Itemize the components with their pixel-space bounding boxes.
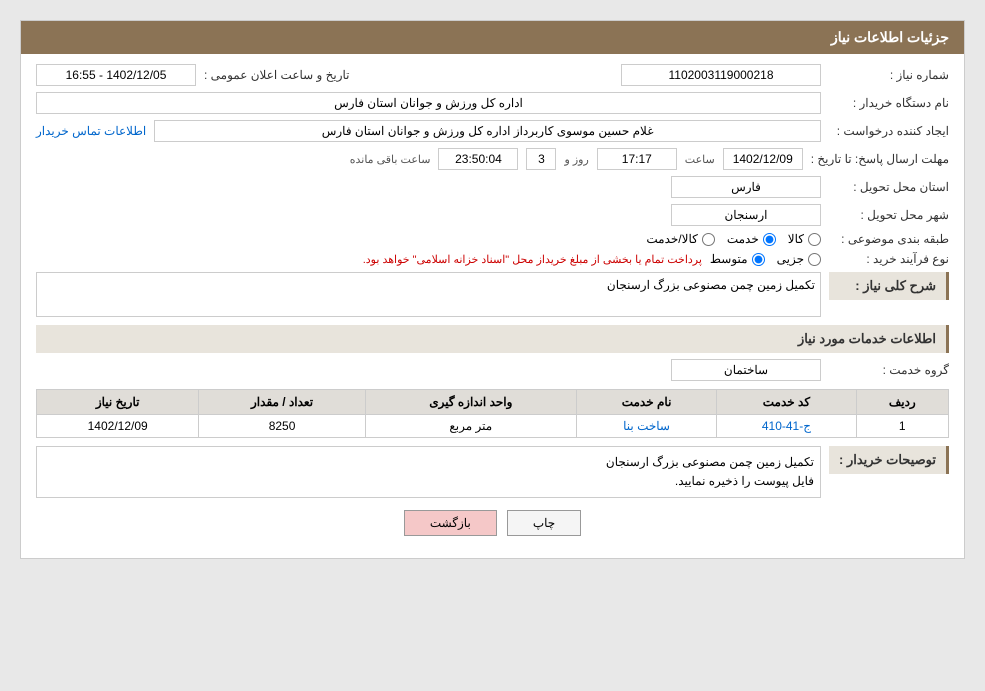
shahr-value: ارسنجان bbox=[671, 204, 821, 226]
shomara-value: 1102003119000218 bbox=[621, 64, 821, 86]
nam-dastgah-label: نام دستگاه خریدار : bbox=[829, 96, 949, 110]
radio-khedmat[interactable]: خدمت bbox=[727, 232, 776, 246]
mohlat-label: مهلت ارسال پاسخ: تا تاریخ : bbox=[811, 152, 949, 166]
row-sharh: شرح کلی نیاز : تکمیل زمین چمن مصنوعی بزر… bbox=[36, 272, 949, 317]
radio-khedmat-input[interactable] bbox=[763, 233, 776, 246]
radio-jozi-input[interactable] bbox=[808, 253, 821, 266]
print-button[interactable]: چاپ bbox=[507, 510, 581, 536]
service-table-section: ردیف کد خدمت نام خدمت واحد اندازه گیری ت… bbox=[36, 389, 949, 438]
tarikh-elan-value: 1402/12/05 - 16:55 bbox=[36, 64, 196, 86]
row-ostan: استان محل تحویل : فارس bbox=[36, 176, 949, 198]
row-nooe-farayand: نوع فرآیند خرید : جزیی متوسط پرداخت تمام… bbox=[36, 252, 949, 266]
shomara-label: شماره نیاز : bbox=[829, 68, 949, 82]
row-mohlat: مهلت ارسال پاسخ: تا تاریخ : 1402/12/09 س… bbox=[36, 148, 949, 170]
table-header-row: ردیف کد خدمت نام خدمت واحد اندازه گیری ت… bbox=[37, 390, 949, 415]
col-vahed: واحد اندازه گیری bbox=[365, 390, 576, 415]
radio-motavaset[interactable]: متوسط bbox=[710, 252, 765, 266]
bottom-buttons: چاپ بازگشت bbox=[36, 510, 949, 536]
description-label: توصیحات خریدار : bbox=[829, 446, 949, 474]
nam-dastgah-value: اداره کل ورزش و جوانان استان فارس bbox=[36, 92, 821, 114]
saat-label: ساعت bbox=[685, 153, 715, 166]
ostan-label: استان محل تحویل : bbox=[829, 180, 949, 194]
nooe-farayand-label: نوع فرآیند خرید : bbox=[829, 252, 949, 266]
table-row: 1 ج-41-410 ساخت بنا متر مربع 8250 1402/1… bbox=[37, 415, 949, 438]
radio-kala-input[interactable] bbox=[808, 233, 821, 246]
row-description: توصیحات خریدار : تکمیل زمین چمن مصنوعی ب… bbox=[36, 446, 949, 498]
baqi-mande-label: ساعت باقی مانده bbox=[350, 153, 431, 166]
roz-label: روز و bbox=[564, 153, 588, 166]
cell-tedad: 8250 bbox=[199, 415, 365, 438]
radio-kala-label: کالا bbox=[788, 232, 804, 246]
cell-vahed: متر مربع bbox=[365, 415, 576, 438]
cell-radif: 1 bbox=[856, 415, 948, 438]
radio-khedmat-label: خدمت bbox=[727, 232, 759, 246]
main-container: جزئیات اطلاعات نیاز شماره نیاز : 1102003… bbox=[20, 20, 965, 559]
radio-kala-khedmat[interactable]: کالا/خدمت bbox=[646, 232, 714, 246]
saat-value: 17:17 bbox=[597, 148, 677, 170]
farayand-note: پرداخت تمام یا بخشی از مبلغ خریداز محل "… bbox=[363, 253, 702, 266]
col-tedad: تعداد / مقدار bbox=[199, 390, 365, 415]
group-khedmat-value: ساختمان bbox=[671, 359, 821, 381]
tabaqe-label: طبقه بندی موضوعی : bbox=[829, 232, 949, 246]
service-section-title: اطلاعات خدمات مورد نیاز bbox=[36, 325, 949, 353]
row-shahr: شهر محل تحویل : ارسنجان bbox=[36, 204, 949, 226]
page-header: جزئیات اطلاعات نیاز bbox=[21, 21, 964, 54]
ostan-value: فارس bbox=[671, 176, 821, 198]
ijad-konande-value: غلام حسین موسوی کاربرداز اداره کل ورزش و… bbox=[154, 120, 821, 142]
tarikh-mohlat: 1402/12/09 bbox=[723, 148, 803, 170]
roz-value: 3 bbox=[526, 148, 556, 170]
col-kod: کد خدمت bbox=[717, 390, 856, 415]
tabaqe-radio-group: کالا خدمت کالا/خدمت bbox=[646, 232, 821, 246]
row-nam-dastgah: نام دستگاه خریدار : اداره کل ورزش و جوان… bbox=[36, 92, 949, 114]
row-shomara-tarikh: شماره نیاز : 1102003119000218 تاریخ و سا… bbox=[36, 64, 949, 86]
back-button[interactable]: بازگشت bbox=[404, 510, 497, 536]
radio-kala-khedmat-label: کالا/خدمت bbox=[646, 232, 697, 246]
col-nam: نام خدمت bbox=[576, 390, 716, 415]
tarikh-elan-label: تاریخ و ساعت اعلان عمومی : bbox=[204, 68, 350, 82]
radio-motavaset-input[interactable] bbox=[752, 253, 765, 266]
radio-kala[interactable]: کالا bbox=[788, 232, 821, 246]
sharh-label: شرح کلی نیاز : bbox=[829, 272, 949, 300]
header-title: جزئیات اطلاعات نیاز bbox=[831, 29, 949, 45]
ettelaat-link[interactable]: اطلاعات تماس خریدار bbox=[36, 124, 146, 138]
radio-kala-khedmat-input[interactable] bbox=[702, 233, 715, 246]
shahr-label: شهر محل تحویل : bbox=[829, 208, 949, 222]
cell-kod: ج-41-410 bbox=[717, 415, 856, 438]
row-tabaqe: طبقه بندی موضوعی : کالا خدمت کالا/خدمت bbox=[36, 232, 949, 246]
service-table: ردیف کد خدمت نام خدمت واحد اندازه گیری ت… bbox=[36, 389, 949, 438]
ijad-konande-label: ایجاد کننده درخواست : bbox=[829, 124, 949, 138]
content-area: شماره نیاز : 1102003119000218 تاریخ و سا… bbox=[21, 54, 964, 558]
cell-nam: ساخت بنا bbox=[576, 415, 716, 438]
group-khedmat-label: گروه خدمت : bbox=[829, 363, 949, 377]
radio-jozi-label: جزیی bbox=[777, 252, 804, 266]
row-group-khedmat: گروه خدمت : ساختمان bbox=[36, 359, 949, 381]
cell-tarikh: 1402/12/09 bbox=[37, 415, 199, 438]
radio-motavaset-label: متوسط bbox=[710, 252, 748, 266]
farayand-radio-group: جزیی متوسط bbox=[710, 252, 821, 266]
radio-jozi[interactable]: جزیی bbox=[777, 252, 821, 266]
row-ijad-konande: ایجاد کننده درخواست : غلام حسین موسوی کا… bbox=[36, 120, 949, 142]
sharh-value: تکمیل زمین چمن مصنوعی بزرگ ارسنجان bbox=[36, 272, 821, 317]
baqi-mande-value: 23:50:04 bbox=[438, 148, 518, 170]
col-tarikh: تاریخ نیاز bbox=[37, 390, 199, 415]
col-radif: ردیف bbox=[856, 390, 948, 415]
description-value: تکمیل زمین چمن مصنوعی بزرگ ارسنجانفایل پ… bbox=[36, 446, 821, 498]
